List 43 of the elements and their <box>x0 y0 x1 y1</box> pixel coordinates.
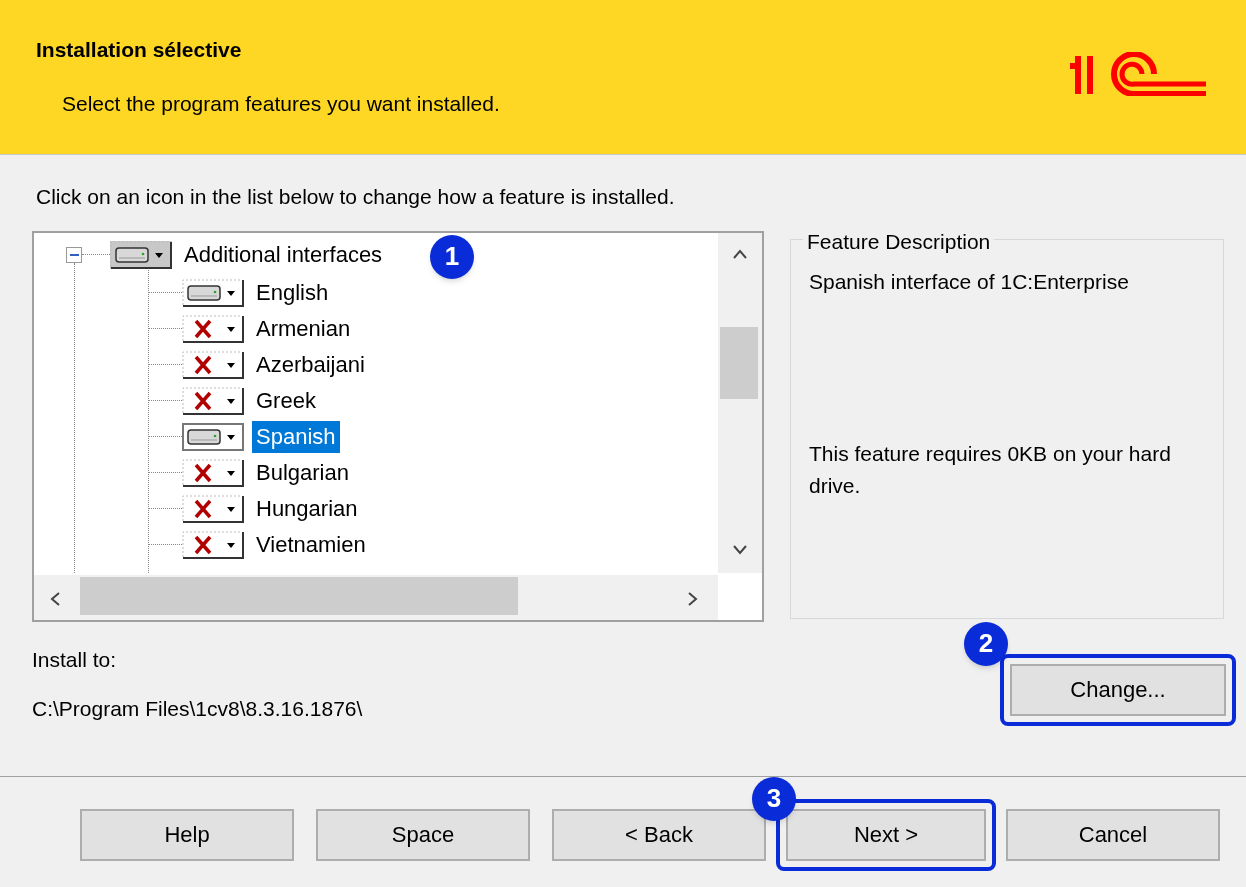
feature-label[interactable]: Azerbaijani <box>252 348 369 381</box>
dialog-button[interactable]: Space <box>316 808 530 861</box>
scrollbar-thumb[interactable] <box>720 326 758 399</box>
disk-requirement: This feature requires 0KB on your hard drive. <box>809 440 1172 499</box>
dialog-button[interactable]: Next > <box>786 808 986 861</box>
feature-label[interactable]: English <box>252 276 333 309</box>
dialog-button[interactable]: < Back <box>552 808 766 861</box>
horizontal-scrollbar[interactable] <box>34 574 718 620</box>
instruction-text: Click on an icon in the list below to change how a feature is installed. <box>36 184 676 210</box>
drive-dropdown-icon[interactable] <box>182 278 244 307</box>
feature-label[interactable]: Vietnamien <box>252 528 370 561</box>
feature-label[interactable]: Greek <box>252 384 320 417</box>
collapse-toggle[interactable] <box>66 246 82 263</box>
install-path: C:\Program Files\1cv8\8.3.16.1876\ <box>32 696 363 722</box>
cross-dropdown-icon[interactable] <box>182 494 244 523</box>
scroll-left-icon[interactable] <box>50 590 60 607</box>
cross-dropdown-icon[interactable] <box>182 530 244 559</box>
dialog-button[interactable]: Change... <box>1010 663 1226 716</box>
cross-dropdown-icon[interactable] <box>182 314 244 343</box>
drive-dropdown-icon[interactable] <box>182 422 244 451</box>
callout-badge: 2 <box>964 621 1008 666</box>
header-title: Installation sélective <box>36 37 243 63</box>
logo-icon <box>1068 52 1208 96</box>
dialog-button[interactable]: Cancel <box>1006 808 1220 861</box>
scroll-right-icon[interactable] <box>688 590 698 607</box>
scrollbar-thumb[interactable] <box>80 576 518 615</box>
feature-label[interactable]: Additional interfaces <box>180 238 387 271</box>
feature-description: Spanish interface of 1C:Enterprise <box>809 268 1129 295</box>
feature-label[interactable]: Armenian <box>252 312 355 345</box>
scroll-down-icon[interactable] <box>732 544 748 555</box>
header-subtitle: Select the program features you want installed. <box>62 90 500 117</box>
drive-dropdown-icon[interactable] <box>110 240 172 269</box>
feature-label[interactable]: Bulgarian <box>252 456 353 489</box>
cross-dropdown-icon[interactable] <box>182 386 244 415</box>
feature-label[interactable]: Hungarian <box>252 492 362 525</box>
install-to-label: Install to: <box>32 646 118 673</box>
scroll-up-icon[interactable] <box>732 248 748 259</box>
cross-dropdown-icon[interactable] <box>182 350 244 379</box>
vertical-scrollbar[interactable] <box>718 232 762 573</box>
callout-badge: 1 <box>430 234 474 279</box>
dialog-button[interactable]: Help <box>80 808 294 861</box>
feature-label[interactable]: Spanish <box>252 420 340 453</box>
cross-dropdown-icon[interactable] <box>182 458 244 487</box>
